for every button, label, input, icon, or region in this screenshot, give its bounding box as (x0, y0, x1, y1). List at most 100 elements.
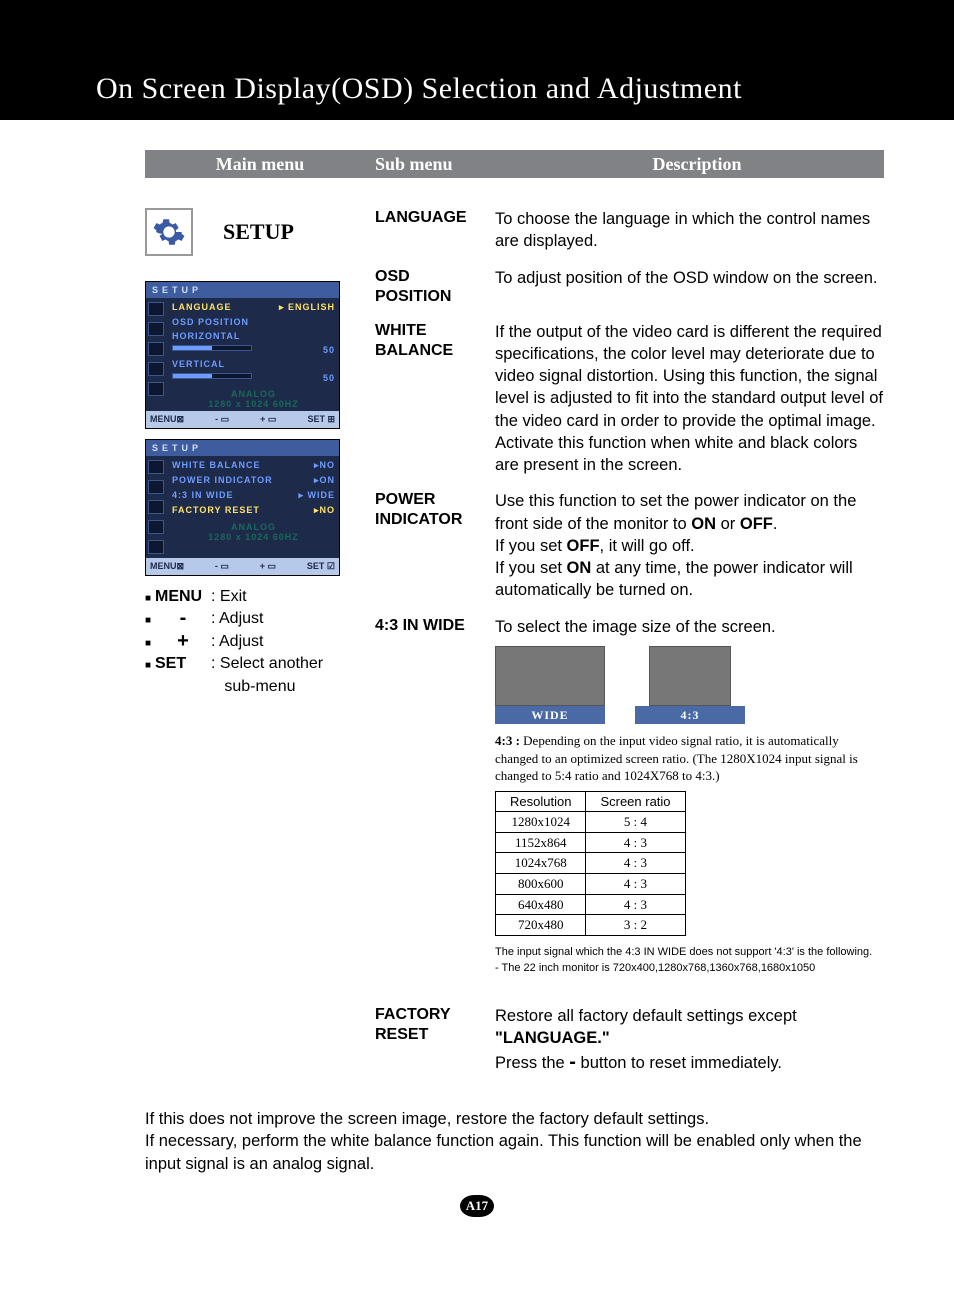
page-number: A17 (460, 1195, 494, 1217)
osd2-fr-val: NO (320, 505, 336, 515)
entry-language-desc: To choose the language in which the cont… (495, 208, 884, 253)
osd2-title: SETUP (146, 440, 339, 456)
unsupported-note-2: - The 22 inch monitor is 720x400,1280x76… (495, 960, 884, 977)
th-resolution: Resolution (496, 791, 586, 812)
ratio-row: 800x6004 : 3 (496, 874, 686, 895)
entry-wide-label: 4:3 IN WIDE (375, 616, 495, 977)
osd2-minus-key: - (215, 561, 218, 571)
left-column: SETUP SETUP LANGUAGE▸ ENGLISH OSD POSITI… (145, 208, 375, 1090)
ratio-table: ResolutionScreen ratio 1280x10245 : 4 11… (495, 791, 686, 936)
osd1-title: SETUP (146, 282, 339, 298)
entry-wide-desc: To select the image size of the screen. (495, 616, 884, 638)
manual-page: On Screen Display(OSD) Selection and Adj… (0, 0, 954, 1267)
ratio-row: 1024x7684 : 3 (496, 853, 686, 874)
osd-screenshot-1: SETUP LANGUAGE▸ ENGLISH OSD POSITION HOR… (145, 281, 340, 429)
legend-set-key: SET (155, 653, 211, 675)
osd1-plus-key: + (260, 414, 265, 424)
osd1-horizontal: HORIZONTAL (172, 331, 240, 341)
osd2-mode: 1280 x 1024 60HZ (172, 532, 335, 542)
right-column: LANGUAGE To choose the language in which… (375, 208, 884, 1090)
osd1-osd-position: OSD POSITION (172, 317, 249, 327)
button-legend: ■MENU: Exit ■-: Adjust ■+: Adjust ■SET: … (145, 586, 360, 698)
osd1-minus-key: - (215, 414, 218, 424)
entry-pi-label-l1: POWER (375, 491, 435, 508)
osd1-menu-key: MENU (150, 414, 177, 424)
entry-wide-body: To select the image size of the screen. … (495, 616, 884, 977)
page-title: On Screen Display(OSD) Selection and Adj… (0, 60, 954, 120)
ratio-thumbs: WIDE 4:3 (495, 646, 884, 724)
legend-set-text-l2: sub-menu (220, 678, 296, 695)
osd2-bottom-bar: MENU⊠ - ▭ + ▭ SET ☑ (146, 558, 339, 575)
osd2-wide-val: WIDE (308, 490, 336, 500)
osd2-wb-val: NO (320, 460, 336, 470)
col-sub-header: Sub menu (375, 154, 510, 175)
entry-language: LANGUAGE To choose the language in which… (375, 208, 884, 253)
entry-fr-label-l1: FACTORY (375, 1006, 451, 1023)
entry-pi-label-l2: INDICATOR (375, 511, 462, 528)
thumb-43-label: 4:3 (635, 706, 745, 724)
osd1-analog: ANALOG (172, 385, 335, 399)
osd1-vertical-value: 50 (323, 373, 335, 383)
entry-wb-desc: If the output of the video card is diffe… (495, 321, 884, 477)
osd1-mode: 1280 x 1024 60HZ (172, 399, 335, 409)
thumb-wide-label: WIDE (495, 706, 605, 724)
main-menu-label: SETUP (223, 219, 294, 245)
osd2-analog: ANALOG (172, 518, 335, 532)
osd2-fr-label: FACTORY RESET (172, 505, 260, 516)
ratio-row: 1152x8644 : 3 (496, 832, 686, 853)
legend-minus-text: : Adjust (211, 608, 360, 630)
entry-pi-desc: Use this function to set the power indic… (495, 490, 884, 601)
main-body: SETUP SETUP LANGUAGE▸ ENGLISH OSD POSITI… (145, 208, 884, 1090)
osd1-set-key: SET (307, 414, 325, 424)
bottom-note: If this does not improve the screen imag… (145, 1108, 884, 1175)
unsupported-note-1: The input signal which the 4:3 IN WIDE d… (495, 944, 884, 961)
ratio-row: 720x4803 : 2 (496, 915, 686, 936)
main-menu-cell: SETUP (145, 208, 360, 256)
thumb-43: 4:3 (635, 646, 745, 724)
osd2-pi-label: POWER INDICATOR (172, 475, 273, 486)
gear-icon (145, 208, 193, 256)
entry-wb-label-l2: BALANCE (375, 342, 453, 359)
entry-43-wide: 4:3 IN WIDE To select the image size of … (375, 616, 884, 977)
osd2-wide-label: 4:3 IN WIDE (172, 490, 234, 501)
table-header: Main menu Sub menu Description (145, 150, 884, 178)
osd-screenshot-2: SETUP WHITE BALANCE▸NO POWER INDICATOR▸O… (145, 439, 340, 576)
osd1-horizontal-value: 50 (323, 345, 335, 355)
entry-wb-label-l1: WHITE (375, 322, 427, 339)
content: Main menu Sub menu Description SETUP SET… (0, 120, 954, 1267)
legend-menu-text: : Exit (211, 586, 360, 608)
entry-osd-position: OSD POSITION To adjust position of the OS… (375, 267, 884, 307)
legend-set-text-l1: : Select another (211, 655, 323, 672)
entry-factory-reset: FACTORY RESET Restore all factory default… (375, 1005, 884, 1077)
th-ratio: Screen ratio (586, 791, 685, 812)
entry-language-label: LANGUAGE (375, 208, 495, 253)
legend-menu-key: MENU (155, 586, 211, 608)
osd2-side-icons (146, 456, 168, 558)
entry-osd-desc: To adjust position of the OSD window on … (495, 267, 884, 307)
ratio-row: 640x4804 : 3 (496, 894, 686, 915)
entry-osd-label-l2: POSITION (375, 288, 451, 305)
osd1-language-value: ENGLISH (288, 302, 335, 312)
osd1-bottom-bar: MENU⊠ - ▭ + ▭ SET ⊞ (146, 411, 339, 428)
osd1-vertical: VERTICAL (172, 359, 225, 369)
header-band: On Screen Display(OSD) Selection and Adj… (0, 0, 954, 120)
entry-white-balance: WHITE BALANCE If the output of the video … (375, 321, 884, 477)
osd2-set-key: SET (307, 561, 325, 571)
entry-osd-label-l1: OSD (375, 268, 410, 285)
osd2-wb-label: WHITE BALANCE (172, 460, 261, 471)
osd2-menu-key: MENU (150, 561, 177, 571)
osd2-pi-val: ON (320, 475, 336, 485)
legend-plus-key: + (155, 631, 211, 651)
legend-plus-text: : Adjust (211, 631, 360, 653)
note-43: 4:3 : Depending on the input video signa… (495, 732, 884, 785)
entry-fr-label-l2: RESET (375, 1026, 428, 1043)
osd1-side-icons (146, 298, 168, 411)
legend-minus-key: - (155, 608, 211, 628)
entry-fr-desc: Restore all factory default settings exc… (495, 1005, 884, 1077)
osd2-plus-key: + (260, 561, 265, 571)
ratio-row: 1280x10245 : 4 (496, 812, 686, 833)
osd1-language-label: LANGUAGE (172, 302, 232, 313)
entry-power-indicator: POWER INDICATOR Use this function to set … (375, 490, 884, 601)
col-desc-header: Description (510, 154, 884, 175)
col-main-header: Main menu (145, 154, 375, 175)
